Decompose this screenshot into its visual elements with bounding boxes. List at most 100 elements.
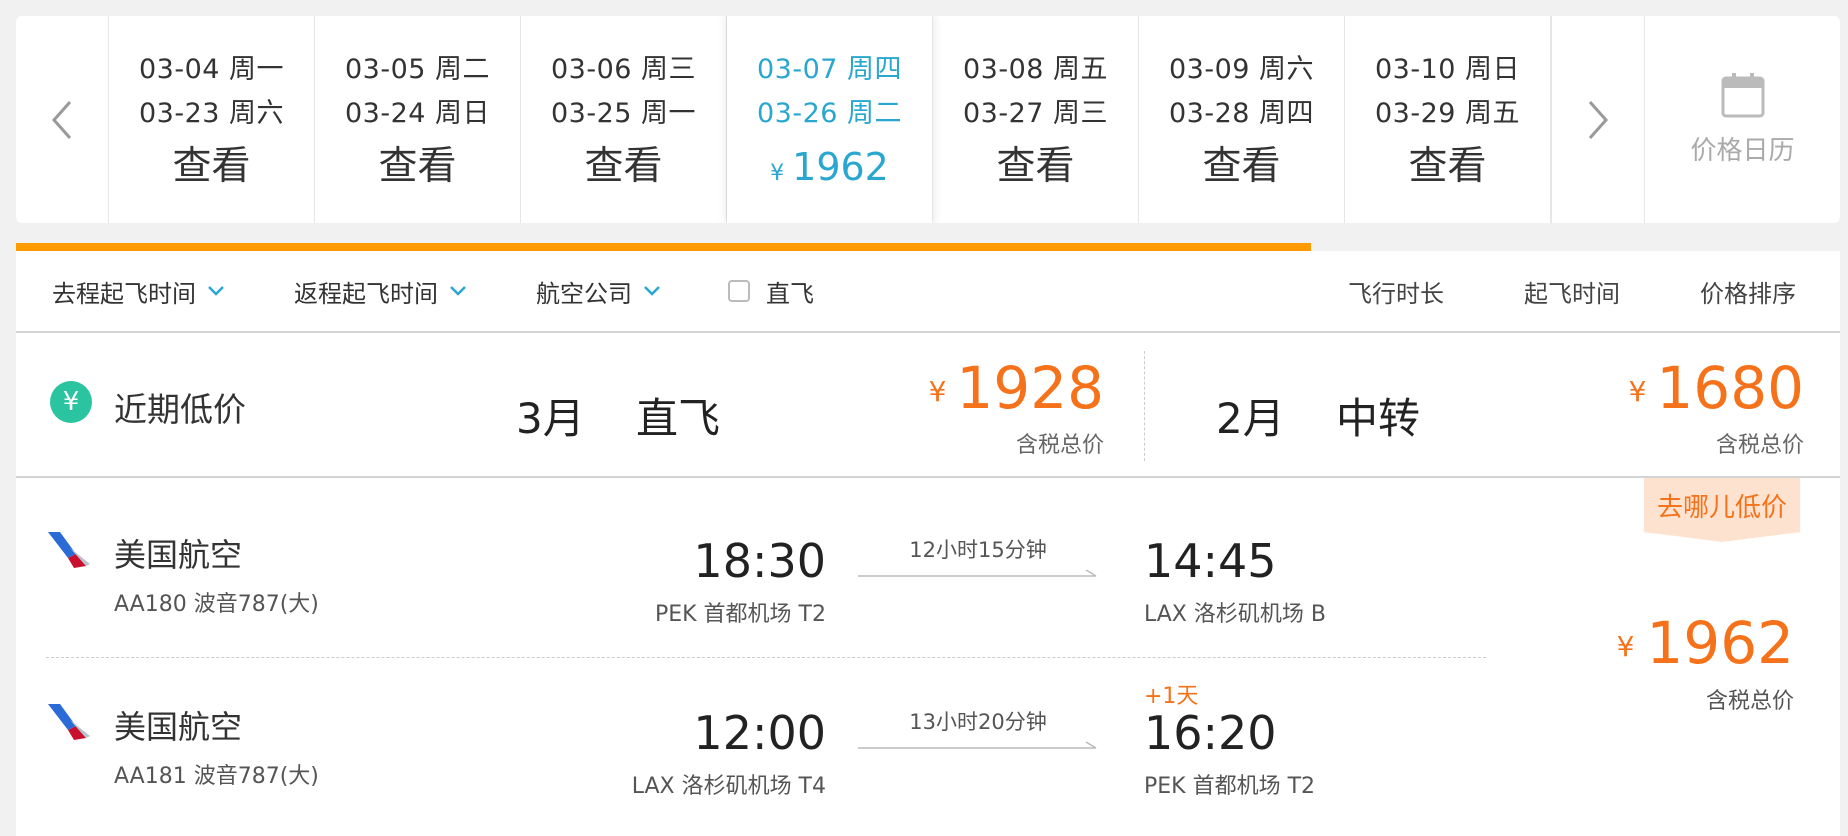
currency-symbol: ¥ [1628, 374, 1647, 408]
recent-low-price-row: ¥ 近期低价 3月 直飞 ¥1928 含税总价 2月 中转 ¥1680 含税总价 [16, 333, 1840, 478]
currency-symbol: ¥ [770, 161, 785, 186]
outbound-date: 03-06 周三 [550, 54, 697, 85]
departure-time: 18:30 [693, 534, 826, 588]
promo-tag-tip [1644, 532, 1800, 542]
outbound-date: 03-08 周五 [962, 54, 1109, 85]
price-value: 1962 [792, 145, 889, 189]
date-price: ¥1962 [770, 142, 889, 199]
return-date: 03-25 周一 [550, 98, 697, 129]
flight-result-card[interactable]: 美国航空 AA180 波音787(大) 18:30 PEK 首都机场 T2 12… [16, 478, 1840, 836]
departure-airport: PEK 首都机场 T2 [654, 602, 826, 627]
low-price-amount-direct[interactable]: ¥1928 [929, 355, 1104, 425]
view-label: 查看 [378, 144, 457, 189]
airline-name: 美国航空 [114, 536, 243, 574]
currency-symbol: ¥ [1616, 629, 1635, 663]
outbound-date: 03-05 周二 [344, 54, 491, 85]
filter-bar: 去程起飞时间 返程起飞时间 航空公司 直飞 飞行时长 起飞时间 价格排序 [16, 251, 1840, 333]
divider [1144, 351, 1145, 461]
date-option-5[interactable]: 03-09 周六 03-28 周四 查看 [1139, 16, 1345, 223]
loading-progress-bar [16, 243, 1840, 251]
chevron-left-icon [51, 100, 72, 139]
low-price-sub-label: 含税总价 [1015, 433, 1104, 458]
sort-by-price[interactable]: 价格排序 [1700, 251, 1796, 331]
return-date: 03-24 周日 [344, 98, 491, 129]
currency-symbol: ¥ [928, 374, 947, 408]
return-date: 03-28 周四 [1168, 98, 1315, 129]
arrival-time: 14:45 [1144, 534, 1277, 588]
american-airlines-logo-icon [48, 532, 90, 568]
yuan-icon: ¥ [50, 381, 92, 423]
arrival-time: 16:20 [1144, 706, 1277, 760]
chevron-down-icon [644, 286, 660, 296]
date-option-6[interactable]: 03-10 周日 03-29 周五 查看 [1345, 16, 1551, 223]
arrival-airport: PEK 首都机场 T2 [1144, 774, 1316, 799]
flight-duration: 13小时20分钟 [909, 710, 1047, 734]
price-calendar-label: 价格日历 [1690, 136, 1795, 166]
low-price-month: 2月 [1216, 394, 1285, 443]
return-time-filter[interactable]: 返程起飞时间 [294, 251, 466, 331]
return-date: 03-29 周五 [1374, 98, 1521, 129]
flight-total-price[interactable]: ¥1962 [1617, 610, 1794, 680]
low-price-sub-label: 含税总价 [1715, 433, 1804, 458]
recent-low-price-title: 近期低价 [114, 390, 246, 429]
price-value: 1928 [956, 354, 1104, 422]
american-airlines-logo-icon [48, 704, 90, 740]
direct-flight-checkbox[interactable] [728, 280, 750, 302]
outbound-date: 03-07 周四 [756, 54, 903, 85]
price-calendar-button[interactable]: 价格日历 [1645, 16, 1840, 223]
flight-duration: 12小时15分钟 [909, 538, 1047, 562]
flight-number: AA180 波音787(大) [114, 592, 319, 617]
date-option-4[interactable]: 03-08 周五 03-27 周三 查看 [933, 16, 1139, 223]
arrival-airport: LAX 洛杉矶机场 B [1144, 602, 1326, 627]
date-option-3-selected[interactable]: 03-07 周四 03-26 周二 ¥1962 [727, 16, 933, 223]
arrow-right-icon [858, 741, 1097, 749]
date-option-2[interactable]: 03-06 周三 03-25 周一 查看 [521, 16, 727, 223]
view-label: 查看 [1202, 144, 1281, 189]
flight-number: AA181 波音787(大) [114, 764, 319, 789]
next-dates-button[interactable] [1551, 16, 1645, 223]
date-option-1[interactable]: 03-05 周二 03-24 周日 查看 [315, 16, 521, 223]
depart-time-filter-label: 去程起飞时间 [52, 279, 196, 308]
outbound-date: 03-04 周一 [138, 54, 285, 85]
return-date: 03-27 周三 [962, 98, 1109, 129]
sort-depart-label: 起飞时间 [1524, 279, 1620, 308]
leg-divider [46, 657, 1486, 658]
loading-progress-fill [16, 243, 1312, 251]
price-value: 1680 [1656, 354, 1804, 422]
return-date: 03-26 周二 [756, 98, 903, 129]
low-price-month: 3月 [516, 394, 585, 443]
sort-price-label: 价格排序 [1700, 279, 1796, 308]
sort-duration-label: 飞行时长 [1348, 279, 1444, 308]
arrow-right-icon [858, 569, 1097, 577]
sort-by-depart-time[interactable]: 起飞时间 [1524, 251, 1620, 331]
chevron-down-icon [450, 286, 466, 296]
view-label: 查看 [996, 144, 1075, 189]
airline-filter-label: 航空公司 [536, 279, 632, 308]
low-price-amount-transfer[interactable]: ¥1680 [1629, 355, 1804, 425]
date-option-0[interactable]: 03-04 周一 03-23 周六 查看 [109, 16, 315, 223]
direct-flight-label: 直飞 [766, 279, 814, 308]
sort-by-duration[interactable]: 飞行时长 [1348, 251, 1444, 331]
outbound-date: 03-09 周六 [1168, 54, 1315, 85]
prev-dates-button[interactable] [16, 16, 109, 223]
airline-filter[interactable]: 航空公司 [536, 251, 660, 331]
outbound-date: 03-10 周日 [1374, 54, 1521, 85]
chevron-down-icon [208, 286, 224, 296]
date-strip: 03-04 周一 03-23 周六 查看 03-05 周二 03-24 周日 查… [16, 16, 1840, 223]
calendar-icon [1721, 73, 1764, 118]
low-price-type: 直飞 [636, 394, 721, 443]
departure-airport: LAX 洛杉矶机场 T4 [631, 774, 826, 799]
direct-flight-filter[interactable]: 直飞 [728, 251, 814, 331]
departure-time: 12:00 [693, 706, 826, 760]
view-label: 查看 [584, 144, 663, 189]
view-label: 查看 [172, 144, 251, 189]
airline-name: 美国航空 [114, 708, 243, 746]
return-date: 03-23 周六 [138, 98, 285, 129]
return-time-filter-label: 返程起飞时间 [294, 279, 438, 308]
depart-time-filter[interactable]: 去程起飞时间 [52, 251, 224, 331]
price-value: 1962 [1646, 609, 1794, 677]
qunar-low-price-tag: 去哪儿低价 [1644, 478, 1800, 532]
chevron-right-icon [1588, 100, 1609, 139]
low-price-type: 中转 [1336, 394, 1421, 443]
flight-price-sub-label: 含税总价 [1705, 689, 1794, 714]
